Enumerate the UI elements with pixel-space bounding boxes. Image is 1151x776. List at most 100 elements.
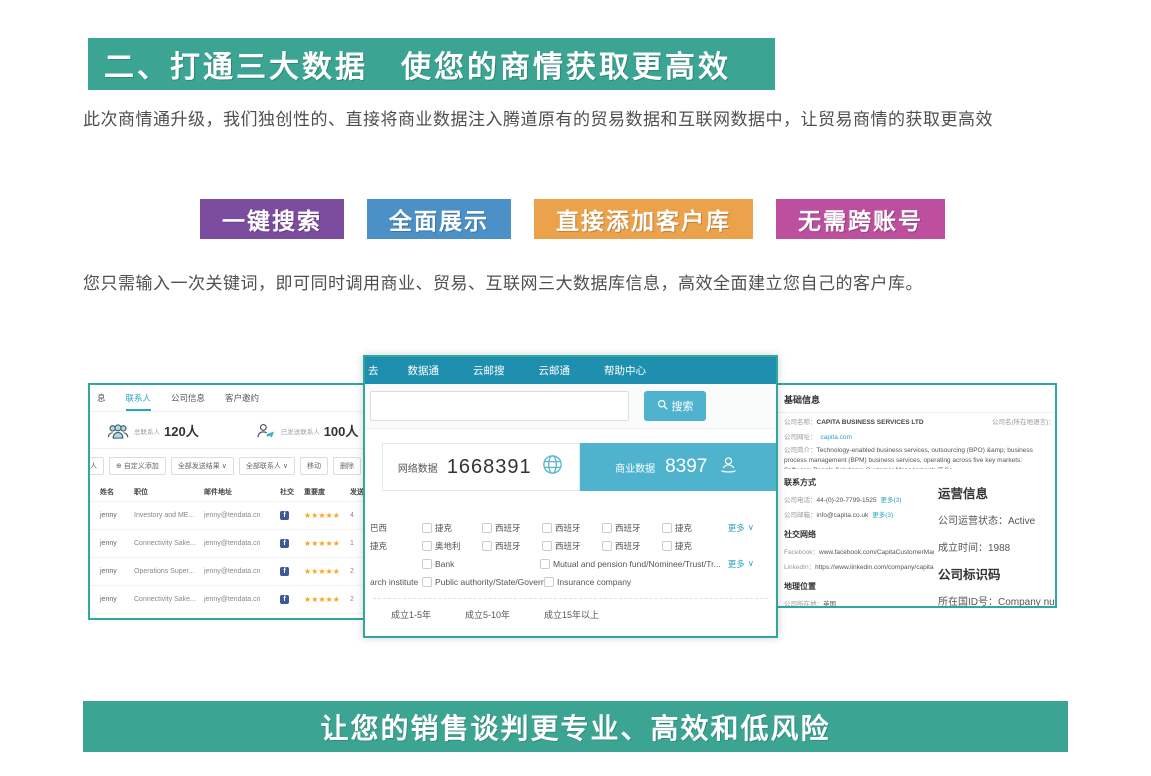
toolbar-button[interactable]: 移动 [300,457,328,475]
column-header: 姓名 [100,487,134,497]
tab-business-data[interactable]: 商业数据 8397 [580,443,777,491]
toolbar-button[interactable]: 全部发送结果 ∨ [171,457,234,475]
filter-option-label: 西班牙 [615,522,641,534]
company-age-option[interactable]: 成立1-5年 [391,608,431,621]
operations-title: 运营信息 [938,481,1055,508]
phone-label: 公司电话： [784,497,817,504]
filter-option[interactable]: 捷克 [662,540,722,552]
filter-option[interactable]: 西班牙 [482,522,542,534]
status-value: Active [1008,516,1035,527]
tab-web-data[interactable]: 网络数据 1668391 [382,443,580,491]
search-input[interactable] [370,391,629,421]
filter-option[interactable]: 西班牙 [482,540,542,552]
filter-option[interactable]: Insurance company [544,577,631,587]
checkbox-icon [602,523,612,533]
more-link[interactable]: 更多∨ [728,522,754,534]
filter-option[interactable]: 西班牙 [542,522,602,534]
contacts-tab[interactable]: 联系人 [126,392,152,411]
filter-option-label: 捷克 [675,522,692,534]
contacts-tab[interactable]: 息 [97,392,106,411]
checkbox-icon [482,523,492,533]
company-local-name-label: 公司名(所在地语言)： [992,419,1055,426]
checkbox-icon [544,577,554,587]
filter-option-label: Bank [435,559,454,569]
filter-row: 巴西捷克西班牙西班牙西班牙捷克更多∨ [370,519,766,537]
web-data-label: 网络数据 [398,460,438,475]
table-row[interactable]: jennyConnectivity Sake...jenny@tendata.c… [90,613,378,620]
checkbox-icon [422,523,432,533]
checkbox-icon [542,523,552,533]
social-cell: f [280,511,304,520]
filter-option[interactable]: 西班牙 [602,522,662,534]
toolbar-button[interactable]: 系人 [88,457,104,475]
facebook-icon: f [280,595,289,604]
search-button[interactable]: 搜索 [644,391,706,421]
filter-option[interactable]: 捷克 [662,522,722,534]
company-name: 公司名称：CAPITA BUSINESS SERVICES LTD [784,416,992,426]
filter-row-label: 巴西 [370,522,422,534]
filter-option[interactable]: Public authority/State/Govern... [422,577,544,587]
founded-value: 1988 [988,543,1010,554]
search-button-label: 搜索 [672,398,694,414]
nav-item[interactable]: 云邮通 [522,363,588,378]
contacts-table: 姓名职位邮件地址社交重要度发送次数发送jennyInvestory and ME… [90,483,378,620]
checkbox-icon [662,523,672,533]
feature-button-3[interactable]: 直接添加客户库 [534,199,753,239]
contacts-stats: 总联系人120人已发送联系人100人 [90,412,378,449]
nav-item[interactable]: 数据通 [391,363,457,378]
contacts-toolbar: 系人⊕ 自定义添加全部发送结果 ∨全部联系人 ∨移动删除导出到 [88,449,378,483]
filter-option[interactable]: 奥地利 [422,540,482,552]
section-title: 二、打通三大数据 使您的商情获取更高效 [104,42,731,86]
email-cell: jenny@tendata.cn [204,512,280,519]
filter-option[interactable]: 捷克 [422,522,482,534]
toolbar-button[interactable]: 删除 [333,457,361,475]
filter-option[interactable]: 西班牙 [542,540,602,552]
stat-label: 总联系人 [134,426,160,436]
contacts-tab[interactable]: 公司信息 [171,392,205,411]
footer-banner: 让您的销售谈判更专业、高效和低风险 [83,701,1068,752]
filter-row: Bank Mutual and pension fund/Nominee/Trus… [370,555,766,573]
toolbar-button[interactable]: ⊕ 自定义添加 [109,457,166,475]
contacts-tab[interactable]: 客户邀约 [225,392,259,411]
company-age-option[interactable]: 成立15年以上 [544,608,599,621]
location-row: 公司所在地：英国 [774,595,934,608]
identifier-title: 公司标识码 [938,562,1055,589]
page: 二、打通三大数据 使您的商情获取更高效 此次商情通升级，我们独创性的、直接将商业… [0,0,1151,776]
filter-option-label: 西班牙 [495,540,521,552]
phone-more-link[interactable]: 更多(3) [880,497,901,504]
nav-item[interactable]: 去 [365,363,391,378]
company-name-row: 公司名称：CAPITA BUSINESS SERVICES LTD 公司名(所在… [774,413,1055,428]
table-row[interactable]: jennyOperations Super...jenny@tendata.cn… [90,557,378,585]
footer-banner-text: 让您的销售谈判更专业、高效和低风险 [320,707,830,747]
feature-button-4[interactable]: 无需跨账号 [776,199,945,239]
filter-option-label: 西班牙 [555,522,581,534]
email-more-link[interactable]: 更多(3) [872,512,893,519]
name-cell: jenny [100,596,134,603]
filter-option[interactable]: 西班牙 [602,540,662,552]
table-row[interactable]: jennyInvestory and ME...jenny@tendata.cn… [90,501,378,529]
feature-button-1[interactable]: 一键搜索 [200,199,344,239]
rating-stars: ★★★★★ [304,511,350,520]
company-name-label: 公司名称： [784,419,817,426]
contact-info-title: 联系方式 [774,469,934,491]
company-age-option[interactable]: 成立5-10年 [465,608,510,621]
website-link[interactable]: capita.com [821,434,852,441]
section-title-banner: 二、打通三大数据 使您的商情获取更高效 [88,38,775,90]
nav-item[interactable]: 云邮搜 [456,363,522,378]
company-info-right-column: 运营信息 公司运营状态：Active 成立时间：1988 公司标识码 所在国ID… [934,469,1055,608]
profile-label: 公司简介： [784,447,817,454]
feature-button-2[interactable]: 全面展示 [367,199,511,239]
filter-option[interactable]: Bank [422,559,540,569]
more-link[interactable]: 更多∨ [728,558,754,570]
facebook-icon: f [280,511,289,520]
toolbar-button[interactable]: 全部联系人 ∨ [239,457,295,475]
location-label: 公司所在地： [784,601,823,608]
checkbox-icon [540,559,550,569]
nav-item[interactable]: 帮助中心 [587,363,663,378]
table-header-row: 姓名职位邮件地址社交重要度发送次数发送 [90,483,378,501]
table-row[interactable]: jennyConnectivity Sake...jenny@tendata.c… [90,585,378,613]
chevron-down-icon: ∨ [748,558,754,570]
table-row[interactable]: jennyConnectivity Sake...jenny@tendata.c… [90,529,378,557]
filter-option[interactable]: Mutual and pension fund/Nominee/Trust/Tr… [540,559,721,569]
facebook-row: Facebook：www.facebook.com/CapitaCustomer… [774,543,934,558]
